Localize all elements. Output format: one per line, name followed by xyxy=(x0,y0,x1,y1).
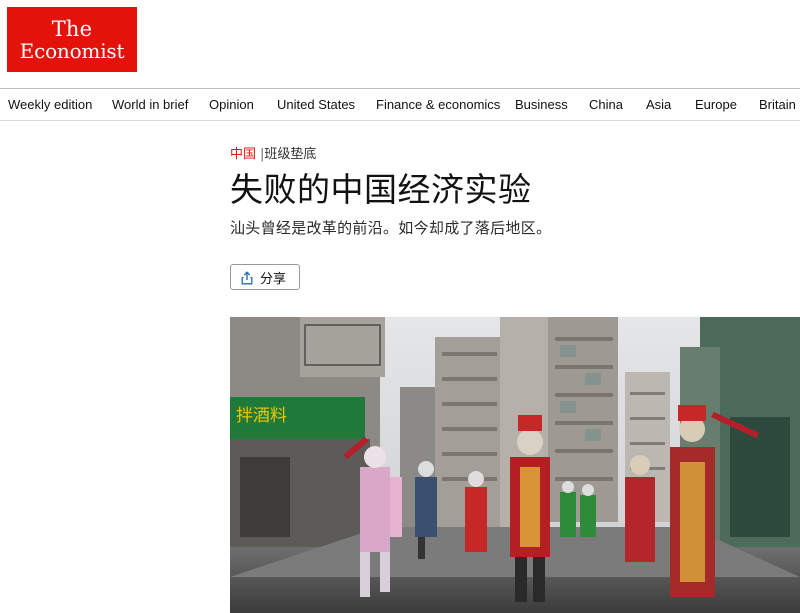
nav-item-asia[interactable]: Asia xyxy=(646,97,671,112)
economist-logo[interactable]: The Economist xyxy=(7,7,137,72)
nav-item-britain[interactable]: Britain xyxy=(759,97,796,112)
nav-item-europe[interactable]: Europe xyxy=(695,97,737,112)
nav-item-finance-economics[interactable]: Finance & economics xyxy=(376,97,500,112)
article-headline: 失败的中国经济实验 xyxy=(230,170,532,209)
nav-item-united-states[interactable]: United States xyxy=(277,97,355,112)
section-navigation: Weekly edition World in brief Opinion Un… xyxy=(0,88,800,121)
logo-line-2: Economist xyxy=(19,38,125,63)
nav-item-opinion[interactable]: Opinion xyxy=(209,97,254,112)
share-label: 分享 xyxy=(260,271,287,287)
nav-item-weekly-edition[interactable]: Weekly edition xyxy=(8,97,92,112)
share-button[interactable]: 分享 xyxy=(230,264,300,290)
nav-item-world-in-brief[interactable]: World in brief xyxy=(112,97,188,112)
article-hero-image: 拌酒料 xyxy=(230,317,800,613)
logo-line-1: The xyxy=(51,16,93,41)
shop-sign-text: 拌酒料 xyxy=(236,406,287,426)
masthead: The Economist xyxy=(0,0,800,88)
article-standfirst: 汕头曾经是改革的前沿。如今却成了落后地区。 xyxy=(230,219,552,237)
nav-item-business[interactable]: Business xyxy=(515,97,568,112)
flytitle: 班级垫底 xyxy=(264,147,317,162)
section-link[interactable]: 中国 xyxy=(230,147,256,162)
share-icon xyxy=(240,270,254,285)
article-rubric: 中国 |班级垫底 xyxy=(230,143,316,162)
nav-item-china[interactable]: China xyxy=(589,97,623,112)
